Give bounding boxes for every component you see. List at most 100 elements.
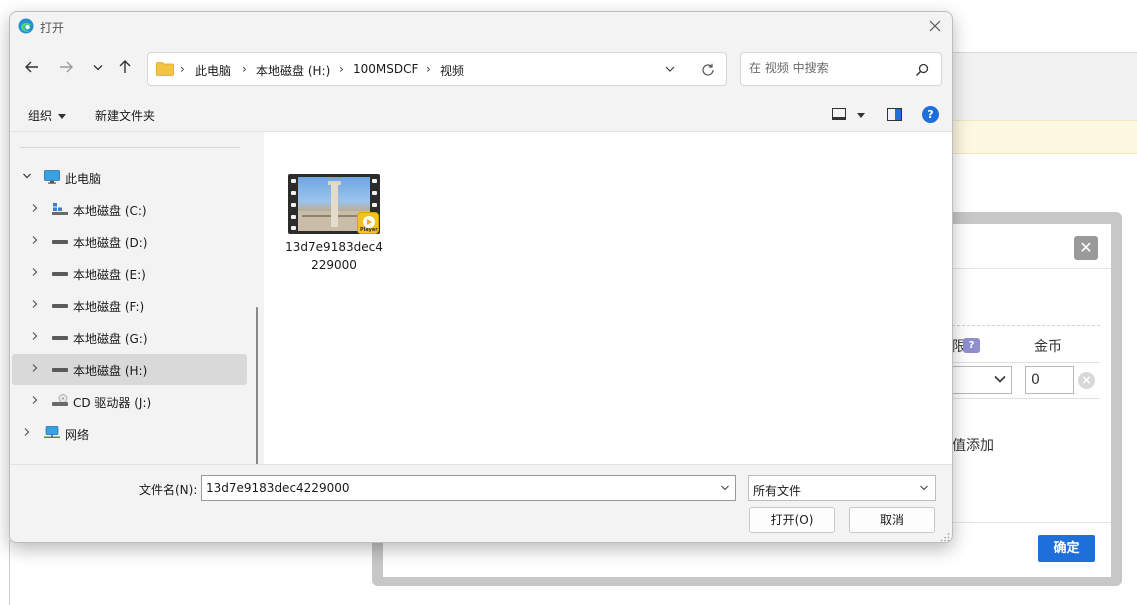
filename-label: 文件名(N): (139, 483, 198, 497)
scrollbar[interactable] (256, 307, 258, 467)
up-arrow-icon[interactable] (115, 57, 135, 77)
page-notice-bar (952, 120, 1137, 154)
chevron-down-icon[interactable] (719, 482, 731, 494)
chevron-right-icon[interactable] (30, 203, 40, 213)
tree-item-label: 本地磁盘 (D:) (73, 236, 148, 250)
clear-icon[interactable]: × (1078, 372, 1095, 389)
tree-item-cd-drive-j[interactable]: CD 驱动器 (J:) (12, 386, 247, 417)
nav-divider (20, 147, 240, 148)
open-file-dialog: 打开 › 此电脑 › 本地磁盘 (H:) › 100MSDCF › 视频 在 视… (9, 11, 953, 543)
breadcrumb-item[interactable]: 100MSDCF (353, 62, 418, 76)
drive-icon (52, 368, 68, 372)
coin-input[interactable]: 0 (1025, 366, 1074, 394)
filename-input[interactable] (206, 481, 706, 495)
new-folder-button[interactable]: 新建文件夹 (95, 107, 155, 124)
tree-item-this-pc[interactable]: 此电脑 (12, 162, 247, 193)
tree-item-label: 本地磁盘 (C:) (73, 204, 147, 218)
caret-down-icon[interactable] (857, 113, 865, 118)
page-top-band (952, 52, 1137, 120)
tree-item-label: CD 驱动器 (J:) (73, 396, 152, 410)
tree-item-label: 本地磁盘 (H:) (73, 364, 148, 378)
chevron-right-icon[interactable] (30, 299, 40, 309)
breadcrumb-separator: › (242, 62, 247, 76)
modal-header-divider (952, 268, 1111, 269)
tree-item-drive-c[interactable]: 本地磁盘 (C:) (12, 194, 247, 225)
chevron-right-icon[interactable] (30, 267, 40, 277)
chevron-down-icon[interactable] (22, 171, 32, 181)
chevron-down-icon (994, 375, 1006, 383)
modal-dashed-divider (952, 325, 1100, 326)
chevron-down-icon[interactable] (918, 482, 930, 494)
command-bar: 组织 新建文件夹 ? (10, 98, 952, 132)
breadcrumb-item[interactable]: 本地磁盘 (H:) (256, 62, 330, 79)
recent-locations-chevron-icon[interactable] (88, 57, 108, 77)
tree-item-drive-g[interactable]: 本地磁盘 (G:) (12, 322, 247, 353)
cancel-button[interactable]: 取消 (849, 507, 935, 533)
edge-browser-icon (18, 18, 34, 34)
navigation-pane: 此电脑 本地磁盘 (C:) 本地磁盘 (D:) 本地磁盘 (E:) 本地磁盘 (… (10, 132, 262, 467)
breadcrumb-item[interactable]: 此电脑 (195, 62, 231, 79)
help-icon[interactable]: ? (922, 106, 939, 123)
breadcrumb-separator: › (180, 62, 185, 76)
chevron-right-icon[interactable] (30, 331, 40, 341)
modal-close-button[interactable]: ✕ (1074, 236, 1098, 260)
folder-icon (156, 62, 174, 76)
chevron-right-icon[interactable] (30, 235, 40, 245)
view-options-icon[interactable] (832, 108, 846, 120)
player-app-icon: Player (357, 212, 379, 234)
chevron-right-icon[interactable] (30, 395, 40, 405)
close-icon[interactable] (926, 17, 944, 35)
tree-item-drive-e[interactable]: 本地磁盘 (E:) (12, 258, 247, 289)
chevron-right-icon[interactable] (30, 363, 40, 373)
file-list-pane: Player 13d7e9183dec4229000 (264, 132, 952, 464)
search-input[interactable] (749, 61, 909, 75)
modal-select[interactable] (952, 366, 1012, 394)
resize-grip-icon[interactable] (940, 532, 950, 542)
cd-drive-icon (52, 394, 68, 406)
monitor-icon (44, 170, 60, 184)
modal-add-text: 值添加 (952, 438, 994, 454)
preview-pane-icon[interactable] (887, 108, 902, 121)
tree-item-label: 此电脑 (65, 172, 102, 186)
drive-icon (52, 240, 68, 244)
open-button[interactable]: 打开(O) (749, 507, 835, 533)
filename-combobox[interactable] (201, 475, 736, 501)
caret-down-icon (58, 114, 67, 119)
tree-item-label: 本地磁盘 (E:) (73, 268, 146, 282)
search-icon[interactable] (915, 63, 929, 77)
confirm-button[interactable]: 确定 (1038, 535, 1095, 562)
back-arrow-icon[interactable] (22, 57, 42, 77)
address-bar[interactable]: › 此电脑 › 本地磁盘 (H:) › 100MSDCF › 视频 (147, 52, 727, 86)
chevron-down-icon[interactable] (663, 62, 677, 76)
filetype-value: 所有文件 (753, 484, 802, 498)
tree-item-label: 本地磁盘 (F:) (73, 300, 145, 314)
organize-menu[interactable]: 组织 (28, 107, 67, 124)
page-border (9, 540, 10, 605)
search-box[interactable] (740, 52, 942, 86)
column-header-coin: 金币 (1034, 339, 1062, 355)
breadcrumb-separator: › (426, 62, 431, 76)
filetype-select[interactable]: 所有文件 (748, 475, 936, 501)
dialog-bottom-bar: 文件名(N): 所有文件 打开(O) 取消 (10, 464, 952, 542)
dialog-title: 打开 (40, 21, 65, 35)
row-divider (952, 398, 1100, 399)
navigation-row: › 此电脑 › 本地磁盘 (H:) › 100MSDCF › 视频 (10, 48, 952, 88)
tree-item-drive-f[interactable]: 本地磁盘 (F:) (12, 290, 247, 321)
windows-drive-icon (52, 203, 68, 215)
forward-arrow-icon[interactable] (56, 57, 76, 77)
dialog-titlebar[interactable]: 打开 (10, 12, 952, 42)
drive-icon (52, 336, 68, 340)
drive-icon (52, 272, 68, 276)
breadcrumb-item[interactable]: 视频 (440, 62, 464, 79)
chevron-right-icon[interactable] (22, 427, 32, 437)
refresh-icon[interactable] (700, 62, 716, 78)
player-badge-label: Player (360, 227, 378, 233)
tree-item-drive-d[interactable]: 本地磁盘 (D:) (12, 226, 247, 257)
file-item-video[interactable]: Player 13d7e9183dec4229000 (284, 172, 384, 272)
tree-item-label: 本地磁盘 (G:) (73, 332, 148, 346)
breadcrumb-separator: › (339, 62, 344, 76)
help-badge-icon[interactable]: ? (963, 338, 980, 353)
tree-item-label: 网络 (65, 428, 90, 442)
tree-item-network[interactable]: 网络 (12, 418, 247, 449)
tree-item-drive-h[interactable]: 本地磁盘 (H:) (12, 354, 247, 385)
